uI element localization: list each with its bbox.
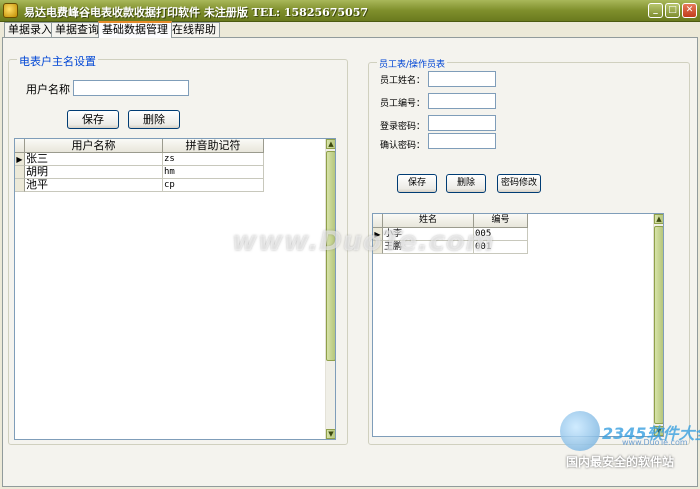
site-slogan: 国内最安全的软件站	[566, 455, 675, 469]
username-label: 用户名称	[26, 83, 70, 96]
owner-grid[interactable]: 用户名称 拼音助记符 ▶ 张三 zs 胡明 hm 池平 cp ▲ ▼	[14, 138, 336, 440]
change-password-button[interactable]: 密码修改	[497, 174, 541, 193]
cell-employee-id[interactable]: 001	[474, 241, 528, 254]
column-header-username[interactable]: 用户名称	[25, 139, 163, 153]
cell-pinyin[interactable]: hm	[163, 166, 264, 179]
window-title: 易达电费峰谷电表收款收据打印软件 未注册版 TEL: 15825675057	[24, 6, 369, 19]
scroll-up-icon[interactable]: ▲	[654, 214, 663, 224]
cell-pinyin[interactable]: zs	[163, 153, 264, 166]
table-row[interactable]: 池平 cp	[15, 179, 264, 192]
site-logo-icon	[560, 411, 600, 451]
confirm-password-label: 确认密码：	[380, 141, 426, 151]
tab-document-query[interactable]: 单据查询	[51, 22, 103, 38]
login-password-input[interactable]	[428, 115, 496, 131]
tab-basic-data[interactable]: 基础数据管理	[98, 21, 172, 38]
row-pointer-icon: ▶	[15, 153, 25, 166]
maximize-button[interactable]: □	[665, 3, 680, 18]
column-header-id[interactable]: 编号	[474, 214, 528, 228]
confirm-password-input[interactable]	[428, 133, 496, 149]
login-password-label: 登录密码：	[380, 122, 426, 132]
tab-online-help[interactable]: 在线帮助	[168, 22, 220, 38]
scroll-thumb[interactable]	[326, 151, 335, 361]
employee-grid-scrollbar[interactable]: ▲ ▼	[653, 214, 663, 436]
app-icon[interactable]	[3, 3, 18, 18]
scroll-down-icon[interactable]: ▼	[326, 429, 335, 439]
row-header	[373, 241, 383, 254]
employee-delete-button[interactable]: 删除	[446, 174, 486, 193]
row-pointer-icon: ▶	[373, 228, 383, 241]
table-row[interactable]: 王鹏 001	[373, 241, 528, 254]
cell-employee-name[interactable]: 王鹏	[383, 241, 474, 254]
table-row[interactable]: ▶ 张三 zs	[15, 153, 264, 166]
scroll-thumb[interactable]	[654, 226, 663, 424]
employee-save-button[interactable]: 保存	[397, 174, 437, 193]
title-bar[interactable]: 易达电费峰谷电表收款收据打印软件 未注册版 TEL: 15825675057 _…	[0, 0, 700, 22]
cell-employee-id[interactable]: 005	[474, 228, 528, 241]
employee-name-input[interactable]	[428, 71, 496, 87]
username-input[interactable]	[73, 80, 189, 96]
meter-owner-group-title: 电表户主名设置	[17, 53, 98, 69]
minimize-button[interactable]: _	[648, 3, 663, 18]
column-header-pinyin[interactable]: 拼音助记符	[163, 139, 264, 153]
cell-pinyin[interactable]: cp	[163, 179, 264, 192]
employee-id-input[interactable]	[428, 93, 496, 109]
tab-document-entry[interactable]: 单据录入	[4, 22, 56, 38]
grid-corner	[373, 214, 383, 228]
row-header	[15, 166, 25, 179]
close-button[interactable]: ✕	[682, 3, 697, 18]
scroll-up-icon[interactable]: ▲	[326, 139, 335, 149]
cell-username[interactable]: 胡明	[25, 166, 163, 179]
table-row[interactable]: 胡明 hm	[15, 166, 264, 179]
row-header	[15, 179, 25, 192]
owner-delete-button[interactable]: 删除	[128, 110, 180, 129]
owner-save-button[interactable]: 保存	[67, 110, 119, 129]
owner-grid-scrollbar[interactable]: ▲ ▼	[325, 139, 335, 439]
employee-id-label: 员工编号：	[380, 99, 426, 109]
employee-group-title: 员工表/操作员表	[377, 57, 448, 70]
employee-name-label: 员工姓名：	[380, 76, 426, 86]
table-row[interactable]: ▶ 小李 005	[373, 228, 528, 241]
grid-corner	[15, 139, 25, 153]
site-url: www.DuoTe.com	[622, 438, 688, 447]
column-header-name[interactable]: 姓名	[383, 214, 474, 228]
cell-employee-name[interactable]: 小李	[383, 228, 474, 241]
employee-grid[interactable]: 姓名 编号 ▶ 小李 005 王鹏 001 ▲ ▼	[372, 213, 664, 437]
cell-username[interactable]: 池平	[25, 179, 163, 192]
cell-username[interactable]: 张三	[25, 153, 163, 166]
